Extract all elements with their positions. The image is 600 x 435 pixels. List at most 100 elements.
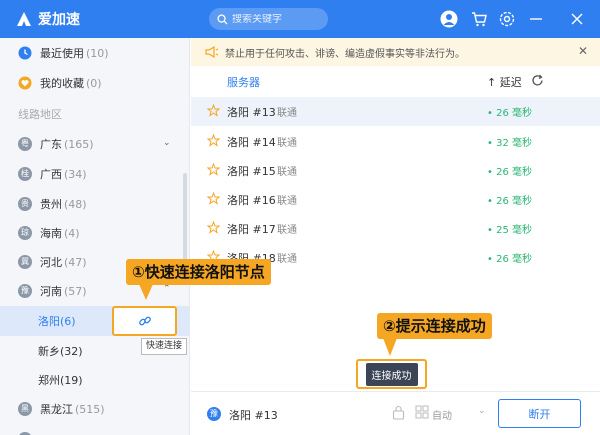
sidebar-item-label: 河北	[40, 256, 62, 269]
sidebar-item-favorites[interactable]: 我的收藏 (0)	[0, 68, 189, 98]
connection-success-toast: 连接成功	[365, 362, 418, 386]
sidebar-item-count: (6)	[60, 314, 76, 328]
sidebar-item-label: 我的收藏	[40, 77, 84, 90]
star-icon[interactable]	[207, 163, 220, 176]
province-icon: 豫	[18, 284, 32, 298]
server-isp: 联通	[277, 167, 297, 178]
star-icon[interactable]	[207, 221, 220, 234]
province-icon: 豫	[207, 407, 221, 421]
server-latency: • 25 毫秒	[487, 225, 532, 236]
step2-arrow	[383, 338, 397, 356]
status-bar: 豫 洛阳 #13 自动 ⌄ 断开	[191, 391, 600, 435]
sidebar-item-label: 广西	[40, 168, 62, 181]
server-latency: • 26 毫秒	[487, 196, 532, 207]
close-notice-icon[interactable]: ✕	[578, 44, 588, 58]
server-latency: • 26 毫秒	[487, 254, 532, 265]
server-row[interactable]: 洛阳 #14 联通 • 32 毫秒	[191, 127, 600, 156]
server-name: 洛阳 #13	[227, 105, 276, 119]
sidebar-item-label: 黑龙江	[40, 403, 73, 416]
star-icon[interactable]	[207, 192, 220, 205]
sidebar-item-count: (47)	[64, 255, 87, 269]
minimize-icon[interactable]	[527, 10, 545, 28]
sidebar-item-label: 广东	[40, 138, 62, 151]
server-name: 洛阳 #14	[227, 135, 276, 149]
sidebar-item-recent[interactable]: 最近使用 (10)	[0, 38, 189, 68]
refresh-icon[interactable]	[531, 74, 544, 87]
megaphone-icon	[205, 46, 219, 58]
province-icon: 桂	[18, 167, 32, 181]
step1-callout: ①快速连接洛阳节点	[126, 259, 271, 285]
server-isp: 联通	[277, 196, 297, 207]
lock-icon[interactable]	[392, 405, 405, 420]
quick-connect-tooltip: 快速连接	[141, 338, 188, 355]
server-name: 洛阳 #16	[227, 193, 276, 207]
server-list-header: 服务器 ↑ 延迟	[191, 68, 600, 96]
cart-icon[interactable]	[470, 10, 488, 28]
sidebar-item-label: 新乡	[38, 345, 60, 358]
sidebar-item-heilongjiang[interactable]: 黑 黑龙江 (515)	[0, 394, 189, 424]
search-input[interactable]	[232, 13, 322, 25]
sidebar-item-label: 河南	[40, 285, 62, 298]
close-icon[interactable]	[568, 10, 586, 28]
server-name: 洛阳 #17	[227, 222, 276, 236]
current-node: 洛阳 #13	[229, 409, 278, 422]
province-icon: 冀	[18, 255, 32, 269]
chevron-up-icon[interactable]: ⌃	[163, 284, 171, 294]
sidebar-item-count: (19)	[60, 373, 83, 387]
server-row[interactable]: 洛阳 #16 联通 • 26 毫秒	[191, 185, 600, 214]
toast-highlight: 连接成功	[356, 359, 427, 389]
sidebar-item-count: (165)	[64, 137, 94, 151]
quick-connect-highlight	[112, 306, 177, 336]
province-icon: 贵	[18, 197, 32, 211]
section-label: 线路地区	[18, 108, 62, 121]
server-column-header[interactable]: 服务器	[227, 74, 260, 90]
latency-column-header[interactable]: ↑ 延迟	[487, 74, 522, 90]
disconnect-button[interactable]: 断开	[498, 399, 581, 428]
mode-select[interactable]: 自动	[432, 407, 452, 422]
sidebar-item-guangdong[interactable]: 粤 广东 (165)	[0, 129, 189, 159]
server-latency: • 32 毫秒	[487, 138, 532, 149]
search-box[interactable]	[209, 8, 328, 30]
sidebar-item-guizhou[interactable]: 贵 贵州 (48)	[0, 189, 189, 219]
sidebar: 最近使用 (10) 我的收藏 (0) 线路地区 粤 广东 (165) ⌄ 桂 广…	[0, 38, 190, 435]
server-row[interactable]: 洛阳 #13 联通 • 26 毫秒	[191, 97, 600, 126]
sidebar-item-count: (34)	[64, 167, 87, 181]
server-isp: 联通	[277, 108, 297, 119]
server-row[interactable]: 洛阳 #15 联通 • 26 毫秒	[191, 156, 600, 185]
notice-banner: 禁止用于任何攻击、诽谤、编造虚假事实等非法行为。 ✕	[191, 38, 600, 66]
search-icon	[217, 13, 228, 25]
title-bar: 爱加速	[0, 0, 600, 38]
sidebar-item-guangxi[interactable]: 桂 广西 (34)	[0, 159, 189, 189]
sidebar-item-count: (4)	[64, 226, 80, 240]
server-latency: • 26 毫秒	[487, 167, 532, 178]
sidebar-item-count: (515)	[75, 402, 105, 416]
sidebar-item-label: 海南	[40, 227, 62, 240]
step1-arrow	[139, 284, 153, 300]
server-isp: 联通	[277, 138, 297, 149]
server-latency: • 26 毫秒	[487, 108, 532, 119]
chevron-down-icon[interactable]: ⌄	[163, 138, 171, 148]
sidebar-item-label: 最近使用	[40, 47, 84, 60]
notice-text: 禁止用于任何攻击、诽谤、编造虚假事实等非法行为。	[225, 48, 465, 60]
sidebar-item-label: 贵州	[40, 198, 62, 211]
star-icon[interactable]	[207, 104, 220, 117]
server-row[interactable]: 洛阳 #17 联通 • 25 毫秒	[191, 214, 600, 243]
logo-icon	[17, 12, 31, 26]
avatar-icon[interactable]	[440, 10, 458, 28]
server-isp: 联通	[277, 254, 297, 265]
sidebar-item-count: (32)	[60, 344, 83, 358]
heart-icon	[18, 76, 32, 90]
settings-icon[interactable]	[498, 10, 516, 28]
link-icon[interactable]	[138, 314, 152, 328]
app-logo: 爱加速	[14, 9, 80, 29]
sidebar-subitem-zhengzhou[interactable]: 郑州 (19)	[0, 365, 189, 395]
clock-icon	[18, 46, 32, 60]
sidebar-item-label: 洛阳	[38, 315, 60, 328]
sidebar-item-partial[interactable]	[0, 424, 189, 435]
star-icon[interactable]	[207, 134, 220, 147]
sidebar-item-hainan[interactable]: 琼 海南 (4)	[0, 218, 189, 248]
province-icon: 黑	[18, 402, 32, 416]
sidebar-item-count: (48)	[64, 197, 87, 211]
chevron-down-icon[interactable]: ⌄	[478, 406, 486, 416]
mode-icon[interactable]	[415, 405, 429, 419]
